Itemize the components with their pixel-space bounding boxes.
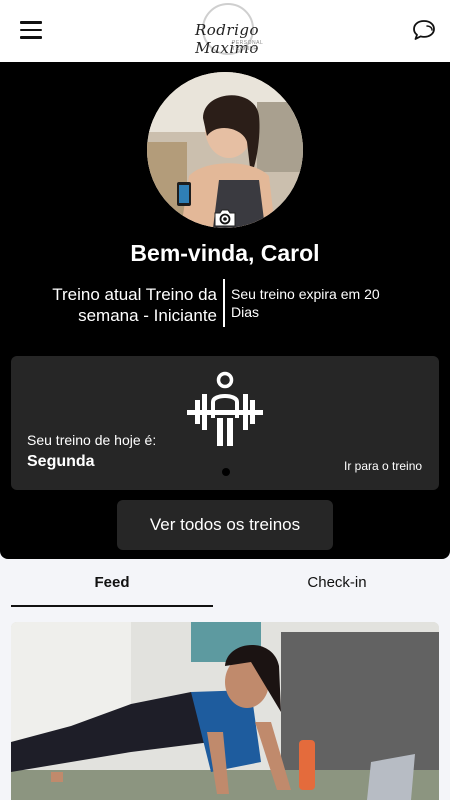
today-workout-day: Segunda	[27, 453, 95, 470]
hamburger-menu-icon[interactable]	[20, 21, 42, 39]
go-to-workout-link[interactable]: Ir para o treino	[344, 459, 422, 473]
camera-icon[interactable]	[213, 208, 237, 228]
weightlifter-icon	[185, 370, 265, 452]
tab-check-in[interactable]: Check-in	[236, 559, 438, 607]
chat-bubbles-icon[interactable]	[410, 18, 438, 44]
view-all-workouts-button[interactable]: Ver todos os treinos	[117, 500, 333, 550]
logo-subtitle: PERSONAL TRAINER	[232, 40, 264, 52]
vertical-divider	[223, 279, 225, 327]
profile-hero: Bem-vinda, Carol Treino atual Treino da …	[0, 62, 450, 559]
brand-logo[interactable]: Rodrigo Maximo PERSONAL TRAINER	[172, 3, 282, 59]
avatar[interactable]	[147, 72, 303, 228]
workout-expiry-text: Seu treino expira em 20 Dias	[231, 286, 380, 320]
today-workout-label: Seu treino de hoje é:	[27, 432, 157, 448]
today-workout-card[interactable]: Seu treino de hoje é: Segunda Ir para o …	[11, 356, 439, 490]
carousel-indicator	[222, 468, 230, 476]
feed-tabs: Feed Check-in	[0, 559, 450, 621]
top-app-bar: Rodrigo Maximo PERSONAL TRAINER	[0, 0, 450, 62]
welcome-heading: Bem-vinda, Carol	[130, 240, 320, 266]
feed-post-image[interactable]	[11, 622, 439, 800]
tab-feed[interactable]: Feed	[11, 559, 213, 607]
current-workout-name: Treino atual Treino da semana - Iniciant…	[52, 285, 217, 325]
